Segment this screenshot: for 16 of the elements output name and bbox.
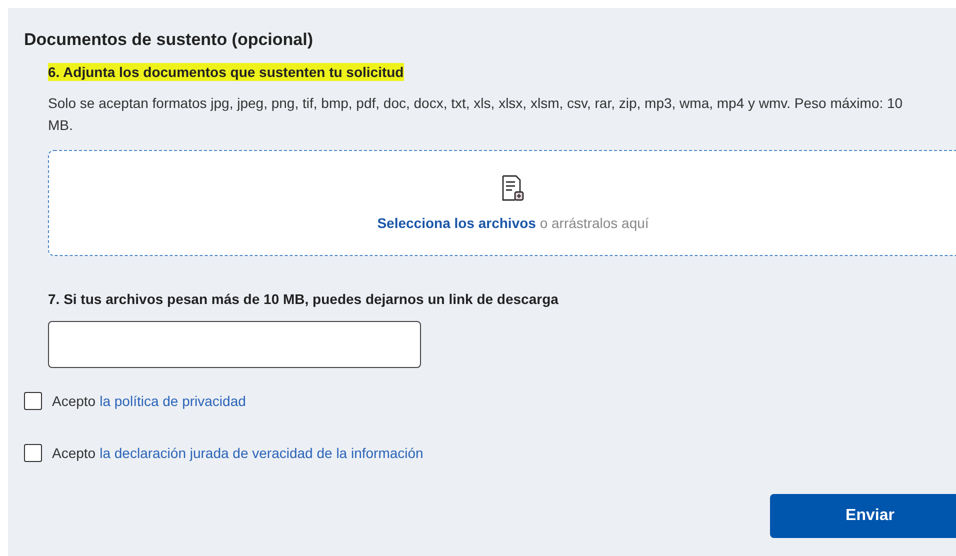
consent-label: Acepto <box>52 445 96 461</box>
checkbox[interactable] <box>24 392 42 410</box>
select-files-link[interactable]: Selecciona los archivos <box>377 215 536 231</box>
submit-button[interactable]: Enviar <box>770 494 956 538</box>
help-text: Solo se aceptan formatos jpg, jpeg, png, tif, bmp, pdf, doc, docx, txt, xls, xlsx, xlsm, csv, rar, zip, mp3, wma, mp4 y wmv. Peso máximo: 10 MB. <box>48 94 904 135</box>
question-label: 7. Si tus archivos pesan más de 10 MB, puedes dejarnos un link de descarga <box>48 291 560 307</box>
file-dropzone[interactable]: Selecciona los archivos o arrástralos aquí <box>48 150 956 256</box>
document-add-icon <box>501 175 525 203</box>
drag-hint: o arrástralos aquí <box>540 215 649 231</box>
download-link-field[interactable] <box>48 321 421 368</box>
question-label: 6. Adjunta los documentos que sustenten tu solicitud <box>48 63 404 81</box>
consent-label: Acepto <box>52 393 96 409</box>
consent-link[interactable]: la declaración jurada de veracidad de la información <box>100 445 424 461</box>
section-title: Documentos de sustento (opcional) <box>24 30 314 50</box>
checkbox[interactable] <box>24 444 42 462</box>
consent-link[interactable]: la política de privacidad <box>100 393 246 409</box>
